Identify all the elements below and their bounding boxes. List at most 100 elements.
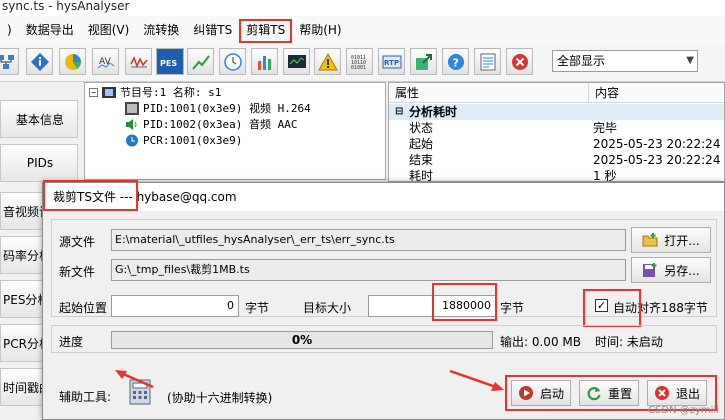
property-value: 完毕	[593, 121, 618, 135]
menu-item-stream-convert[interactable]: 流转换	[136, 16, 186, 44]
refresh-icon	[587, 387, 601, 401]
property-row: 起始 2025-05-23 20:22:24	[389, 137, 724, 152]
toolbar: AV PES 01011 10110 01001 RTP ? 全部显示 ▼	[0, 44, 725, 82]
progress-bar: 0%	[111, 331, 493, 349]
close-icon[interactable]	[506, 48, 533, 75]
menu-item-file[interactable]: )	[0, 16, 19, 44]
new-file-label: 新文件	[59, 265, 96, 279]
info-icon[interactable]	[26, 48, 53, 75]
clock-small-icon	[125, 134, 139, 147]
menu-item-cut-ts[interactable]: 剪辑TS	[239, 19, 293, 43]
target-byte-unit: 字节	[500, 301, 525, 315]
notes-icon[interactable]	[474, 48, 501, 75]
target-size-label: 目标大小	[303, 301, 352, 315]
property-key: 起始	[409, 137, 434, 151]
tree-program-label: 节目号:1 名称: s1	[120, 86, 222, 99]
speaker-icon	[125, 118, 139, 131]
monitor-chart-icon[interactable]	[283, 48, 310, 75]
wave-chart-icon[interactable]	[125, 48, 152, 75]
property-key: 状态	[409, 121, 434, 135]
properties-section-label: 分析耗时	[409, 105, 458, 119]
tree-node-video[interactable]: PID:1001(0x3e9) 视频 H.264	[125, 100, 311, 116]
start-button-label: 启动	[539, 386, 564, 401]
menu-item-help[interactable]: 帮助(H)	[292, 16, 348, 44]
collapse-icon[interactable]: ⊟	[395, 104, 403, 120]
menu-item-fix-ts[interactable]: 纠错TS	[186, 16, 239, 44]
menu-item-data-export[interactable]: 数据导出	[19, 16, 81, 44]
properties-header: 属性 内容	[389, 83, 724, 103]
property-row: 结束 2025-05-23 20:22:24	[389, 153, 724, 168]
svg-text:?: ?	[452, 56, 458, 69]
annotation-arrow	[115, 370, 154, 389]
dialog-title-bar[interactable]: 裁剪TS文件 --- hybase@qq.com	[43, 183, 724, 211]
nav-basic-info[interactable]: 基本信息	[0, 100, 78, 138]
elapsed-time-text: 时间: 未启动	[595, 335, 663, 349]
warning-icon[interactable]	[314, 48, 341, 75]
collapse-icon[interactable]: −	[89, 87, 98, 97]
pie-chart-icon[interactable]	[59, 48, 86, 75]
highlight-box	[43, 180, 138, 211]
dialog-body: 源文件 E:\material\_utfiles_hysAnalyser\_er…	[49, 215, 719, 415]
save-icon	[643, 263, 657, 277]
column-attribute[interactable]: 属性	[389, 83, 589, 102]
start-position-field[interactable]: 0	[111, 295, 239, 317]
property-value: 2025-05-23 20:22:24	[593, 137, 721, 151]
menu-bar: ) 数据导出 视图(V) 流转换 纠错TS 剪辑TS 帮助(H)	[0, 16, 725, 44]
property-key: 结束	[409, 153, 434, 167]
new-file-field[interactable]: G:\_tmp_files\裁剪1MB.ts	[111, 259, 626, 281]
start-button[interactable]: 启动	[511, 380, 571, 406]
help-icon[interactable]: ?	[442, 48, 469, 75]
video-icon	[125, 101, 139, 115]
save-as-button[interactable]: 另存...	[631, 257, 711, 283]
properties-panel: 属性 内容 ⊟ 分析耗时 状态 完毕 起始 2025-05-23 20:22:2…	[388, 82, 725, 182]
rtp-icon[interactable]: RTP	[378, 48, 405, 75]
rtp-icon-label: RTP	[384, 59, 399, 67]
exit-button-label: 退出	[675, 386, 700, 401]
reset-button[interactable]: 重置	[579, 380, 639, 406]
auto-align-label[interactable]: 自动对齐188字节	[613, 299, 708, 316]
watermark: CSDN @zymill	[648, 405, 719, 416]
property-key: 耗时	[409, 169, 434, 182]
clock-icon[interactable]	[219, 48, 246, 75]
film-icon	[102, 86, 116, 99]
source-file-field[interactable]: E:\material\_utfiles_hysAnalyser\_err_ts…	[111, 229, 626, 251]
auto-align-checkbox[interactable]: ✓	[595, 299, 608, 312]
nav-pids[interactable]: PIDs	[0, 144, 78, 182]
line-chart-icon[interactable]	[187, 48, 214, 75]
binary-icon[interactable]: 01011 10110 01001	[346, 48, 373, 75]
source-file-label: 源文件	[59, 235, 96, 249]
property-row: 耗时 1 秒	[389, 169, 724, 182]
property-value: 1 秒	[593, 169, 617, 182]
start-position-label: 起始位置	[59, 301, 108, 315]
exit-icon	[654, 386, 669, 400]
program-tree: − 节目号:1 名称: s1 PID:1001(0x3e9) 视频 H.264 …	[84, 82, 386, 180]
tree-node-audio[interactable]: PID:1002(0x3ea) 音频 AAC	[125, 116, 297, 132]
progress-text: 0%	[291, 333, 313, 347]
target-size-field[interactable]: 1880000	[368, 295, 496, 317]
property-value: 2025-05-23 20:22:24	[593, 153, 721, 167]
progress-label: 进度	[59, 335, 84, 349]
network-icon[interactable]	[0, 48, 19, 75]
open-folder-icon	[642, 233, 658, 247]
window-title: sync.ts - hysAnalyser	[0, 0, 725, 16]
properties-section[interactable]: ⊟ 分析耗时	[389, 104, 724, 120]
chevron-down-icon: ▼	[686, 55, 694, 66]
tree-pcr-label: PCR:1001(0x3e9)	[143, 133, 243, 147]
reset-button-label: 重置	[607, 386, 632, 401]
menu-item-view[interactable]: 视图(V)	[81, 16, 137, 44]
exit-button[interactable]: 退出	[647, 380, 707, 406]
bar-chart-icon[interactable]	[251, 48, 278, 75]
pes-icon[interactable]: PES	[156, 48, 184, 75]
cut-ts-dialog: 裁剪TS文件 --- hybase@qq.com 源文件 E:\material…	[42, 180, 725, 420]
aux-tools-label: 辅助工具:	[59, 390, 112, 404]
open-file-button[interactable]: 打开...	[631, 227, 711, 253]
open-file-label: 打开...	[664, 233, 700, 248]
pes-icon-label: PES	[160, 59, 177, 68]
tree-node-program[interactable]: − 节目号:1 名称: s1	[89, 84, 221, 100]
tree-node-pcr[interactable]: PCR:1001(0x3e9)	[125, 132, 242, 148]
display-filter-select[interactable]: 全部显示 ▼	[552, 50, 698, 72]
av-icon[interactable]: AV	[92, 48, 119, 75]
export-icon[interactable]	[410, 48, 437, 75]
column-value[interactable]: 内容	[589, 83, 619, 102]
annotation-arrow	[449, 369, 504, 391]
